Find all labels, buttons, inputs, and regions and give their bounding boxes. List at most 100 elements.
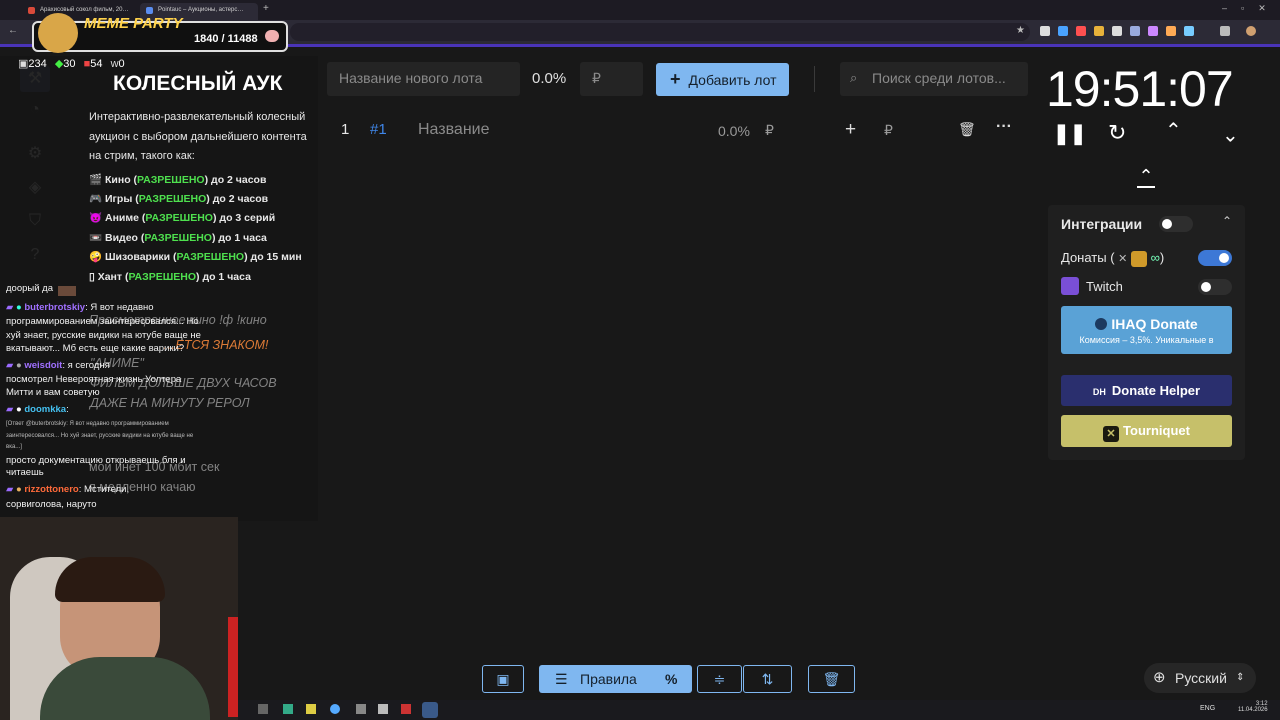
- timer-up-icon[interactable]: ⌃: [1165, 118, 1182, 143]
- close-x-icon: ✕: [1118, 253, 1128, 265]
- new-lot-amount-input[interactable]: ₽: [580, 62, 643, 96]
- save-icon: ▣: [496, 671, 510, 687]
- add-amount-button[interactable]: +: [845, 119, 856, 141]
- chat-message: ▰ ● doomkka:: [6, 404, 69, 415]
- tourniquet-button[interactable]: ✕ Tourniquet: [1061, 415, 1232, 447]
- lot-amount-input[interactable]: ₽: [765, 120, 774, 140]
- extension-icon[interactable]: [1058, 26, 1068, 36]
- taskbar-app-icon[interactable]: [330, 704, 340, 714]
- ihaq-donate-button[interactable]: IHAQ Donate Комиссия – 3,5%. Уникальные …: [1061, 306, 1232, 354]
- save-button[interactable]: ▣: [482, 665, 524, 693]
- extensions-puzzle-icon[interactable]: [1220, 26, 1230, 36]
- taskbar-clock[interactable]: 3:12 11.04.2026: [1238, 701, 1268, 713]
- timer-display: 19:51:07: [1046, 61, 1234, 117]
- extension-icon[interactable]: [1112, 26, 1122, 36]
- taskbar-app-icon[interactable]: [283, 704, 293, 714]
- taskbar-app-icon[interactable]: [258, 704, 268, 714]
- language-select[interactable]: ⊕ Русский ⇕: [1144, 663, 1256, 693]
- pig-icon: [265, 30, 279, 42]
- taskbar-app-icon[interactable]: [356, 704, 366, 714]
- timer-down-icon[interactable]: ⌃: [1222, 121, 1239, 146]
- chevron-up-icon[interactable]: ⌃: [1222, 214, 1232, 228]
- chat-username[interactable]: rizzottonero: [24, 484, 78, 495]
- tab-title: Pointauc – Аукционы, астерс…: [158, 7, 244, 13]
- followers-count: 30: [63, 58, 76, 70]
- address-bar[interactable]: [290, 23, 1030, 41]
- gamepad-icon: 🎮: [89, 193, 103, 205]
- star-icon[interactable]: ★: [1016, 25, 1025, 36]
- chat-username[interactable]: weisdoit: [24, 360, 62, 371]
- crazy-face-icon: 🤪: [89, 251, 103, 263]
- sort-button[interactable]: ⇅: [743, 665, 792, 693]
- taskbar-app-icon[interactable]: [401, 704, 411, 714]
- user-avatar-icon: ●: [15, 484, 22, 495]
- select-arrows-icon: ⇕: [1236, 672, 1245, 683]
- pause-icon[interactable]: ❚❚: [1053, 121, 1087, 146]
- extension-icon[interactable]: [1094, 26, 1104, 36]
- extension-icon[interactable]: [1166, 26, 1176, 36]
- lot-name-input[interactable]: Название: [418, 120, 490, 140]
- new-lot-input[interactable]: Название нового лота: [327, 62, 520, 96]
- new-tab-icon[interactable]: +: [263, 3, 269, 14]
- integrations-panel: Интеграции ⌃ Донаты ( ✕ ∞) Twitch IHAQ D…: [1048, 205, 1245, 460]
- more-options-icon[interactable]: ···: [996, 118, 1012, 136]
- chat-message: ▰ ● rizzottonero: Мстители,: [6, 484, 130, 495]
- currency-symbol: ₽: [592, 70, 601, 86]
- twitch-label: Twitch: [1086, 279, 1123, 294]
- lot-id[interactable]: #1: [370, 120, 387, 140]
- divider: [814, 66, 815, 92]
- donations-toggle[interactable]: [1198, 250, 1232, 266]
- compress-icon: ≑: [713, 671, 726, 687]
- add-lot-label: Добавить лот: [688, 72, 777, 88]
- new-lot-percent: 0.0%: [532, 70, 567, 87]
- clear-all-button[interactable]: 🗑: [808, 665, 855, 693]
- rule-item: 🎬 Кино (РАЗРЕШЕНО) до 2 часов: [89, 174, 267, 186]
- donate-helper-button[interactable]: DH Donate Helper: [1061, 375, 1232, 406]
- rule-allowed: РАЗРЕШЕНО: [144, 232, 212, 244]
- tab-favicon-icon: [146, 7, 153, 14]
- chat-reply-quote: вка...]: [6, 444, 22, 450]
- add-amount-input[interactable]: ₽: [884, 120, 893, 140]
- reset-icon[interactable]: ↻: [1108, 120, 1126, 146]
- chat-username[interactable]: doomkka: [24, 404, 66, 415]
- extension-icon[interactable]: [1184, 26, 1194, 36]
- add-lot-button[interactable]: + Добавить лот: [656, 63, 789, 96]
- extension-icon[interactable]: [1130, 26, 1140, 36]
- taskbar-language[interactable]: ENG: [1200, 705, 1215, 712]
- twitch-badge-icon: ▰: [6, 484, 14, 495]
- chat-username[interactable]: buterbrotskiy: [24, 302, 85, 313]
- integrations-toggle[interactable]: [1159, 216, 1193, 232]
- chat-message-text: Я вот недавно: [90, 302, 154, 313]
- trash-icon[interactable]: 🗑: [958, 121, 976, 138]
- meme-party-title: MEME PARTY: [84, 15, 183, 32]
- rule-limit: до 1 часа: [202, 271, 251, 283]
- taskbar-app-icon[interactable]: [306, 704, 316, 714]
- chat-message-text: доорый да: [6, 283, 53, 294]
- extension-icon[interactable]: [1040, 26, 1050, 36]
- taskbar-app-icon[interactable]: [378, 704, 388, 714]
- taskbar-app-icon-active[interactable]: [422, 702, 438, 718]
- chat-reply-quote: заинтересовался... Но хуй знает, русские…: [6, 433, 194, 439]
- rules-button[interactable]: ☰ Правила %: [539, 665, 692, 693]
- toggle-knob: [1162, 219, 1172, 229]
- rule-item: 🎮 Игры (РАЗРЕШЕНО) до 2 часов: [89, 193, 269, 205]
- lot-percent: 0.0%: [718, 123, 750, 139]
- chat-message-text: читаешь: [6, 467, 44, 478]
- collapse-panel-icon[interactable]: ⌃: [1137, 167, 1155, 188]
- plus-icon: +: [670, 69, 681, 89]
- rules-intro-line: на стрим, такого как:: [89, 150, 195, 162]
- percent-icon[interactable]: %: [665, 665, 677, 693]
- ihaq-icon: [1095, 318, 1108, 330]
- twitch-toggle[interactable]: [1198, 279, 1232, 295]
- extension-icon[interactable]: [1148, 26, 1158, 36]
- compress-button[interactable]: ≑: [697, 665, 742, 693]
- chat-message: ▰ ● buterbrotskiy: Я вот недавно: [6, 302, 154, 313]
- rule-limit: до 1 часа: [218, 232, 267, 244]
- search-input[interactable]: ⌕ Поиск среди лотов...: [840, 62, 1028, 96]
- doge-avatar: [38, 13, 78, 53]
- profile-avatar-icon[interactable]: [1246, 26, 1256, 36]
- window-controls-icon[interactable]: –▫✕: [1222, 3, 1280, 14]
- extension-icon[interactable]: [1076, 26, 1086, 36]
- devil-icon: 😈: [89, 212, 103, 224]
- back-icon[interactable]: ←: [8, 25, 18, 36]
